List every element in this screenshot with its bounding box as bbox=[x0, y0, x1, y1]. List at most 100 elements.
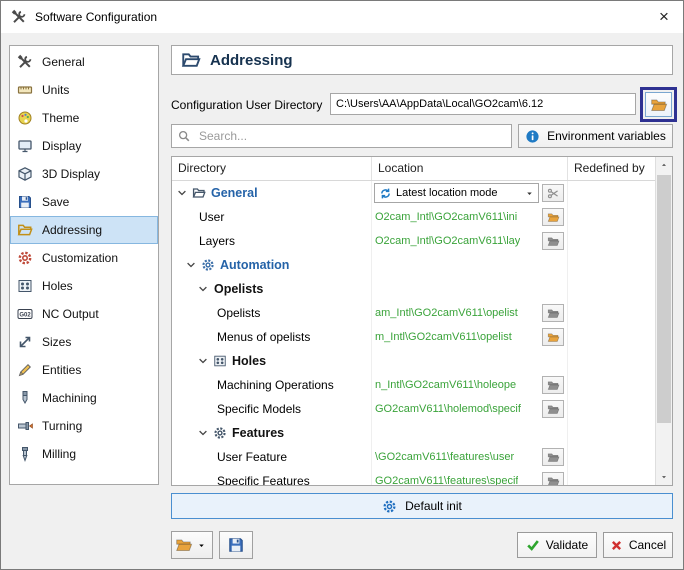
location-value: n_Intl\GO2camV611\holeope bbox=[375, 379, 516, 391]
lathe-icon bbox=[17, 418, 33, 434]
sidebar-item-save[interactable]: Save bbox=[10, 188, 158, 216]
expander-icon[interactable] bbox=[197, 355, 209, 367]
folder-open-icon bbox=[650, 96, 668, 114]
tree-row-automation[interactable]: Automation bbox=[172, 253, 655, 277]
folder-open-icon bbox=[547, 235, 560, 248]
info-icon bbox=[525, 129, 540, 144]
folder-open-icon bbox=[547, 307, 560, 320]
browse-folder-button[interactable] bbox=[542, 472, 564, 485]
expander-icon[interactable] bbox=[176, 187, 188, 199]
expander-icon[interactable] bbox=[197, 427, 209, 439]
sidebar-item-customization[interactable]: Customization bbox=[10, 244, 158, 272]
tree-row-layers[interactable]: Layers O2cam_Intl\GO2camV611\lay bbox=[172, 229, 655, 253]
floppy-icon bbox=[17, 194, 33, 210]
save-configuration-button[interactable] bbox=[219, 531, 253, 559]
gear-icon bbox=[201, 258, 215, 272]
sidebar-item-entities[interactable]: Entities bbox=[10, 356, 158, 384]
open-configuration-button[interactable] bbox=[171, 531, 213, 559]
refresh-icon bbox=[379, 187, 392, 200]
tree-row-menus-of-opelists[interactable]: Menus of opelists m_Intl\GO2camV611\opel… bbox=[172, 325, 655, 349]
browse-folder-button[interactable] bbox=[542, 328, 564, 346]
sidebar-item-display[interactable]: Display bbox=[10, 132, 158, 160]
tree-group-holes[interactable]: Holes bbox=[172, 349, 655, 373]
software-configuration-dialog: Software Configuration × General Units T… bbox=[0, 0, 684, 570]
tree-row-machining-operations[interactable]: Machining Operations n_Intl\GO2camV611\h… bbox=[172, 373, 655, 397]
ruler-icon bbox=[17, 82, 33, 98]
floppy-icon bbox=[227, 536, 245, 554]
sidebar-item-label: Machining bbox=[42, 391, 97, 405]
sidebar-item-addressing[interactable]: Addressing bbox=[10, 216, 158, 244]
browse-folder-button[interactable] bbox=[542, 400, 564, 418]
sidebar-item-machining[interactable]: Machining bbox=[10, 384, 158, 412]
browse-folder-button[interactable] bbox=[542, 232, 564, 250]
tree-row-opelists[interactable]: Opelists am_Intl\GO2camV611\opelist bbox=[172, 301, 655, 325]
browse-directory-button[interactable] bbox=[645, 92, 672, 117]
chevron-up-icon bbox=[660, 161, 668, 169]
tree-row-specific-models[interactable]: Specific Models GO2camV611\holemod\speci… bbox=[172, 397, 655, 421]
scroll-down-button[interactable] bbox=[656, 469, 672, 485]
sidebar-item-label: 3D Display bbox=[42, 167, 100, 181]
cancel-button[interactable]: Cancel bbox=[603, 532, 673, 558]
redefined-by-cell bbox=[568, 349, 655, 373]
sidebar-item-nc-output[interactable]: NC Output bbox=[10, 300, 158, 328]
sidebar-item-label: Save bbox=[42, 195, 69, 209]
sidebar-item-sizes[interactable]: Sizes bbox=[10, 328, 158, 356]
location-value: GO2camV611\features\specif bbox=[375, 475, 518, 485]
expander-icon[interactable] bbox=[185, 259, 197, 271]
redefined-by-cell bbox=[568, 181, 655, 205]
row-label: Specific Features bbox=[172, 474, 310, 485]
browse-folder-button[interactable] bbox=[542, 208, 564, 226]
cube-icon bbox=[17, 166, 33, 182]
browse-folder-button[interactable] bbox=[542, 376, 564, 394]
redefined-by-cell bbox=[568, 229, 655, 253]
sidebar-item-milling[interactable]: Milling bbox=[10, 440, 158, 468]
expander-icon[interactable] bbox=[197, 283, 209, 295]
sidebar-item-holes[interactable]: Holes bbox=[10, 272, 158, 300]
scrollbar-thumb[interactable] bbox=[657, 175, 671, 423]
location-value: O2cam_Intl\GO2camV611\lay bbox=[375, 235, 520, 247]
sidebar-item-theme[interactable]: Theme bbox=[10, 104, 158, 132]
tree-row-user[interactable]: User O2cam_Intl\GO2camV611\ini bbox=[172, 205, 655, 229]
tree-row-general[interactable]: General Latest location mode bbox=[172, 181, 655, 205]
gear-icon bbox=[382, 499, 397, 514]
location-mode-dropdown[interactable]: Latest location mode bbox=[374, 183, 539, 203]
group-label: General bbox=[211, 186, 258, 200]
table-header: Directory Location Redefined by bbox=[172, 157, 655, 181]
directory-table: Directory Location Redefined by General … bbox=[171, 156, 673, 486]
vertical-scrollbar[interactable] bbox=[655, 157, 672, 485]
tree-group-opelists[interactable]: Opelists bbox=[172, 277, 655, 301]
row-label: User bbox=[172, 210, 224, 224]
sidebar-item-label: Display bbox=[42, 139, 81, 153]
resize-arrows-icon bbox=[17, 334, 33, 350]
pencil-icon bbox=[17, 362, 33, 378]
config-user-directory-input[interactable] bbox=[330, 93, 636, 115]
group-label: Holes bbox=[232, 354, 266, 368]
row-label: User Feature bbox=[172, 450, 287, 464]
environment-variables-label: Environment variables bbox=[547, 129, 666, 143]
sidebar-item-3d-display[interactable]: 3D Display bbox=[10, 160, 158, 188]
scroll-up-button[interactable] bbox=[656, 157, 672, 173]
folder-open-icon bbox=[547, 451, 560, 464]
sidebar-item-label: Turning bbox=[42, 419, 82, 433]
tree-group-features[interactable]: Features bbox=[172, 421, 655, 445]
sidebar-item-label: Units bbox=[42, 83, 69, 97]
sidebar-item-turning[interactable]: Turning bbox=[10, 412, 158, 440]
tree-row-specific-features[interactable]: Specific Features GO2camV611\features\sp… bbox=[172, 469, 655, 485]
sidebar-item-units[interactable]: Units bbox=[10, 76, 158, 104]
sidebar-item-general[interactable]: General bbox=[10, 48, 158, 76]
sidebar-item-label: Theme bbox=[42, 111, 79, 125]
default-init-button[interactable]: Default init bbox=[171, 493, 673, 519]
column-header-location: Location bbox=[372, 157, 568, 180]
browse-folder-button[interactable] bbox=[542, 304, 564, 322]
close-button[interactable]: × bbox=[645, 1, 683, 33]
browse-folder-button[interactable] bbox=[542, 448, 564, 466]
search-input[interactable] bbox=[171, 124, 512, 148]
sidebar-item-label: Milling bbox=[42, 447, 76, 461]
g02-badge-icon bbox=[17, 306, 33, 322]
titlebar: Software Configuration × bbox=[1, 1, 683, 33]
unlink-button[interactable] bbox=[542, 184, 564, 202]
validate-button[interactable]: Validate bbox=[517, 532, 597, 558]
redefined-by-cell bbox=[568, 445, 655, 469]
tree-row-user-feature[interactable]: User Feature \GO2camV611\features\user bbox=[172, 445, 655, 469]
environment-variables-button[interactable]: Environment variables bbox=[518, 124, 673, 148]
